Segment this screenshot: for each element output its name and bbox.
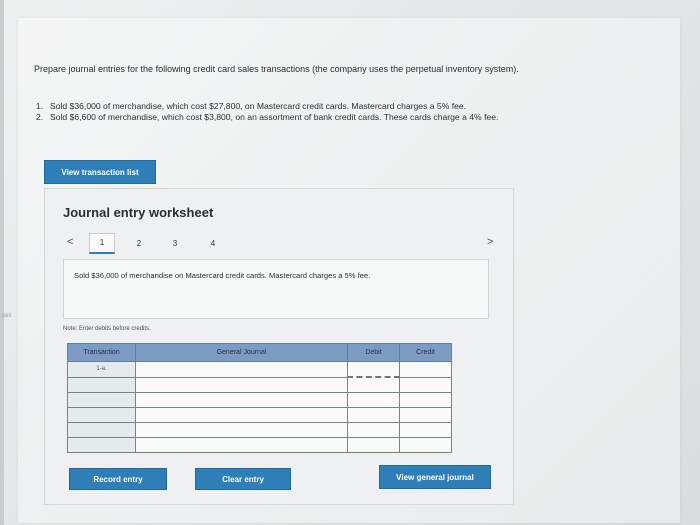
- credit-cell[interactable]: [399, 361, 452, 378]
- tab-1[interactable]: 1: [89, 232, 115, 254]
- table-row: [67, 437, 452, 453]
- record-entry-button[interactable]: Record entry: [69, 468, 167, 490]
- credit-cell[interactable]: [399, 392, 452, 408]
- credit-cell[interactable]: [399, 376, 452, 393]
- clear-entry-button[interactable]: Clear entry: [195, 468, 291, 490]
- list-item: 1. Sold $36,000 of merchandise, which cos…: [36, 101, 498, 112]
- tab-3[interactable]: 3: [163, 234, 187, 252]
- debit-cell[interactable]: [347, 361, 400, 378]
- transaction-cell: [67, 422, 136, 438]
- transaction-description-box: Sold $36,000 of merchandise on Mastercar…: [63, 259, 489, 319]
- debit-cell[interactable]: [347, 422, 400, 438]
- debit-cell[interactable]: [347, 392, 400, 408]
- debit-cell[interactable]: [347, 376, 400, 393]
- tab-4[interactable]: 4: [201, 234, 225, 252]
- instructions-text: Prepare journal entries for the followin…: [34, 64, 519, 74]
- view-transaction-list-button[interactable]: View transaction list: [44, 160, 156, 184]
- transaction-cell: [67, 407, 136, 423]
- credit-cell[interactable]: [399, 437, 452, 453]
- account-cell[interactable]: [135, 376, 348, 393]
- column-header-transaction: Transaction: [67, 343, 136, 362]
- table-row: 1-a.: [67, 361, 452, 378]
- debit-cell[interactable]: [347, 407, 400, 423]
- account-cell[interactable]: [135, 361, 348, 378]
- column-header-debit: Debit: [347, 343, 400, 362]
- tab-2[interactable]: 2: [127, 234, 151, 252]
- transaction-list: 1. Sold $36,000 of merchandise, which cos…: [36, 101, 498, 123]
- item-number: 1.: [36, 101, 44, 111]
- chevron-left-icon[interactable]: <: [67, 236, 73, 248]
- item-text: Sold $36,000 of merchandise, which cost …: [50, 101, 467, 111]
- transaction-cell: [67, 437, 136, 453]
- item-text: Sold $6,600 of merchandise, which cost $…: [50, 112, 499, 122]
- table-row: [67, 376, 452, 393]
- journal-table: Transaction General Journal Debit Credit…: [67, 343, 452, 453]
- view-general-journal-button[interactable]: View general journal: [379, 465, 491, 489]
- account-cell[interactable]: [135, 437, 348, 453]
- credit-cell[interactable]: [399, 422, 452, 438]
- side-label: ces: [2, 313, 12, 319]
- debit-cell[interactable]: [347, 437, 400, 453]
- table-row: [67, 407, 452, 423]
- table-row: [67, 422, 452, 438]
- column-header-credit: Credit: [399, 343, 452, 362]
- left-edge-divider: [0, 0, 4, 525]
- item-number: 2.: [36, 112, 44, 122]
- account-cell[interactable]: [135, 392, 348, 408]
- note-text: Note: Enter debits before credits.: [63, 326, 151, 332]
- journal-entry-worksheet: Journal entry worksheet < 1 2 3 4 > Sold…: [44, 188, 514, 505]
- transaction-cell: 1-a.: [67, 361, 136, 378]
- account-cell[interactable]: [135, 422, 348, 438]
- list-item: 2. Sold $6,600 of merchandise, which cost…: [36, 112, 498, 123]
- credit-cell[interactable]: [399, 407, 452, 423]
- table-row: [67, 392, 452, 408]
- account-cell[interactable]: [135, 407, 348, 423]
- column-header-general-journal: General Journal: [135, 343, 348, 362]
- transaction-cell: [67, 392, 136, 408]
- chevron-right-icon[interactable]: >: [487, 236, 493, 248]
- transaction-description: Sold $36,000 of merchandise on Mastercar…: [74, 271, 371, 280]
- transaction-cell: [67, 376, 136, 393]
- worksheet-title: Journal entry worksheet: [63, 205, 214, 220]
